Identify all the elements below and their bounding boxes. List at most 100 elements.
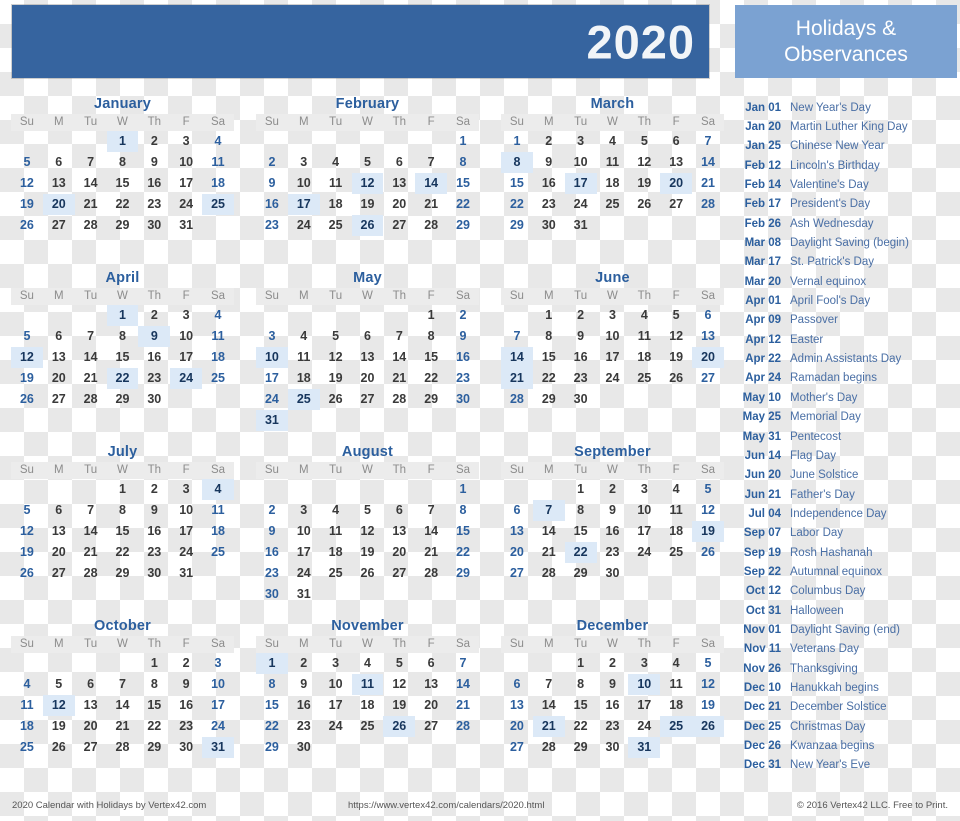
day-cell[interactable]: 27 bbox=[352, 389, 384, 410]
day-cell[interactable]: 21 bbox=[383, 368, 415, 389]
day-cell[interactable]: 30 bbox=[170, 737, 202, 758]
day-cell[interactable]: 2 bbox=[597, 479, 629, 500]
day-cell[interactable]: 5 bbox=[11, 152, 43, 173]
day-cell[interactable]: 17 bbox=[288, 542, 320, 563]
day-cell[interactable]: 18 bbox=[202, 521, 234, 542]
day-cell[interactable]: 21 bbox=[532, 716, 565, 737]
day-cell[interactable]: 22 bbox=[106, 368, 139, 389]
day-cell[interactable]: 4 bbox=[320, 500, 352, 521]
day-cell[interactable]: 15 bbox=[447, 173, 479, 194]
day-cell[interactable]: 22 bbox=[501, 194, 533, 215]
day-cell[interactable]: 23 bbox=[138, 194, 170, 215]
day-cell[interactable]: 31 bbox=[170, 563, 202, 584]
day-cell[interactable]: 21 bbox=[415, 194, 447, 215]
day-cell[interactable]: 1 bbox=[106, 131, 139, 152]
day-cell[interactable]: 2 bbox=[565, 305, 597, 326]
day-cell[interactable]: 26 bbox=[43, 737, 75, 758]
day-cell[interactable]: 20 bbox=[42, 194, 75, 215]
day-cell[interactable]: 2 bbox=[138, 305, 170, 326]
day-cell[interactable]: 8 bbox=[107, 500, 139, 521]
day-cell[interactable]: 31 bbox=[256, 410, 288, 431]
day-cell[interactable]: 18 bbox=[202, 173, 234, 194]
day-cell[interactable]: 16 bbox=[533, 173, 565, 194]
day-cell[interactable]: 17 bbox=[564, 173, 597, 194]
day-cell[interactable]: 19 bbox=[692, 695, 724, 716]
day-cell[interactable]: 8 bbox=[415, 326, 447, 347]
day-cell[interactable]: 8 bbox=[447, 152, 479, 173]
day-cell[interactable]: 2 bbox=[533, 131, 565, 152]
day-cell[interactable]: 27 bbox=[43, 389, 75, 410]
day-cell[interactable]: 2 bbox=[138, 131, 170, 152]
day-cell[interactable]: 11 bbox=[597, 152, 629, 173]
day-cell[interactable]: 8 bbox=[565, 674, 597, 695]
day-cell[interactable]: 20 bbox=[352, 368, 384, 389]
day-cell[interactable]: 16 bbox=[597, 695, 629, 716]
day-cell[interactable]: 13 bbox=[383, 521, 415, 542]
day-cell[interactable]: 11 bbox=[660, 500, 692, 521]
day-cell[interactable]: 3 bbox=[320, 653, 352, 674]
day-cell[interactable]: 30 bbox=[138, 389, 170, 410]
day-cell[interactable]: 18 bbox=[202, 347, 234, 368]
day-cell[interactable]: 25 bbox=[11, 737, 43, 758]
day-cell[interactable]: 13 bbox=[415, 674, 447, 695]
day-cell[interactable]: 11 bbox=[628, 326, 660, 347]
day-cell[interactable]: 7 bbox=[75, 152, 107, 173]
day-cell[interactable]: 8 bbox=[256, 674, 288, 695]
day-cell[interactable]: 1 bbox=[256, 653, 288, 674]
day-cell[interactable]: 14 bbox=[533, 521, 565, 542]
day-cell[interactable]: 9 bbox=[138, 500, 170, 521]
day-cell[interactable]: 26 bbox=[692, 542, 724, 563]
day-cell[interactable]: 2 bbox=[138, 479, 170, 500]
day-cell[interactable]: 21 bbox=[75, 194, 107, 215]
day-cell[interactable]: 3 bbox=[256, 326, 288, 347]
day-cell[interactable]: 9 bbox=[170, 674, 202, 695]
day-cell[interactable]: 17 bbox=[256, 368, 288, 389]
day-cell[interactable]: 22 bbox=[447, 542, 479, 563]
day-cell[interactable]: 20 bbox=[383, 542, 415, 563]
day-cell[interactable]: 7 bbox=[501, 326, 533, 347]
day-cell[interactable]: 14 bbox=[383, 347, 415, 368]
day-cell[interactable]: 22 bbox=[138, 716, 170, 737]
day-cell[interactable]: 29 bbox=[138, 737, 170, 758]
day-cell[interactable]: 3 bbox=[170, 131, 202, 152]
day-cell[interactable]: 18 bbox=[352, 695, 384, 716]
day-cell[interactable]: 14 bbox=[75, 347, 107, 368]
day-cell[interactable]: 20 bbox=[501, 542, 533, 563]
day-cell[interactable]: 29 bbox=[107, 215, 139, 236]
day-cell[interactable]: 17 bbox=[628, 521, 660, 542]
day-cell[interactable]: 21 bbox=[75, 368, 107, 389]
day-cell[interactable]: 25 bbox=[320, 215, 352, 236]
day-cell[interactable]: 27 bbox=[43, 215, 75, 236]
day-cell[interactable]: 21 bbox=[107, 716, 139, 737]
day-cell[interactable]: 3 bbox=[597, 305, 629, 326]
day-cell[interactable]: 23 bbox=[256, 215, 288, 236]
day-cell[interactable]: 24 bbox=[288, 215, 320, 236]
day-cell[interactable]: 15 bbox=[107, 173, 139, 194]
day-cell[interactable]: 20 bbox=[692, 347, 724, 368]
day-cell[interactable]: 25 bbox=[660, 716, 693, 737]
day-cell[interactable]: 10 bbox=[565, 152, 597, 173]
day-cell[interactable]: 28 bbox=[533, 737, 565, 758]
day-cell[interactable]: 20 bbox=[383, 194, 415, 215]
day-cell[interactable]: 30 bbox=[256, 584, 288, 605]
day-cell[interactable]: 29 bbox=[565, 563, 597, 584]
day-cell[interactable]: 4 bbox=[288, 326, 320, 347]
day-cell[interactable]: 10 bbox=[320, 674, 352, 695]
day-cell[interactable]: 27 bbox=[383, 563, 415, 584]
day-cell[interactable]: 31 bbox=[170, 215, 202, 236]
day-cell[interactable]: 26 bbox=[11, 389, 43, 410]
day-cell[interactable]: 12 bbox=[320, 347, 352, 368]
day-cell[interactable]: 16 bbox=[138, 173, 170, 194]
day-cell[interactable]: 23 bbox=[256, 563, 288, 584]
day-cell[interactable]: 17 bbox=[170, 173, 202, 194]
day-cell[interactable]: 4 bbox=[202, 131, 234, 152]
day-cell[interactable]: 26 bbox=[11, 563, 43, 584]
day-cell[interactable]: 2 bbox=[170, 653, 202, 674]
day-cell[interactable]: 24 bbox=[320, 716, 352, 737]
day-cell[interactable]: 5 bbox=[660, 305, 692, 326]
day-cell[interactable]: 1 bbox=[415, 305, 447, 326]
day-cell[interactable]: 22 bbox=[565, 716, 597, 737]
day-cell[interactable]: 18 bbox=[660, 521, 692, 542]
day-cell[interactable]: 16 bbox=[447, 347, 479, 368]
day-cell[interactable]: 20 bbox=[43, 542, 75, 563]
